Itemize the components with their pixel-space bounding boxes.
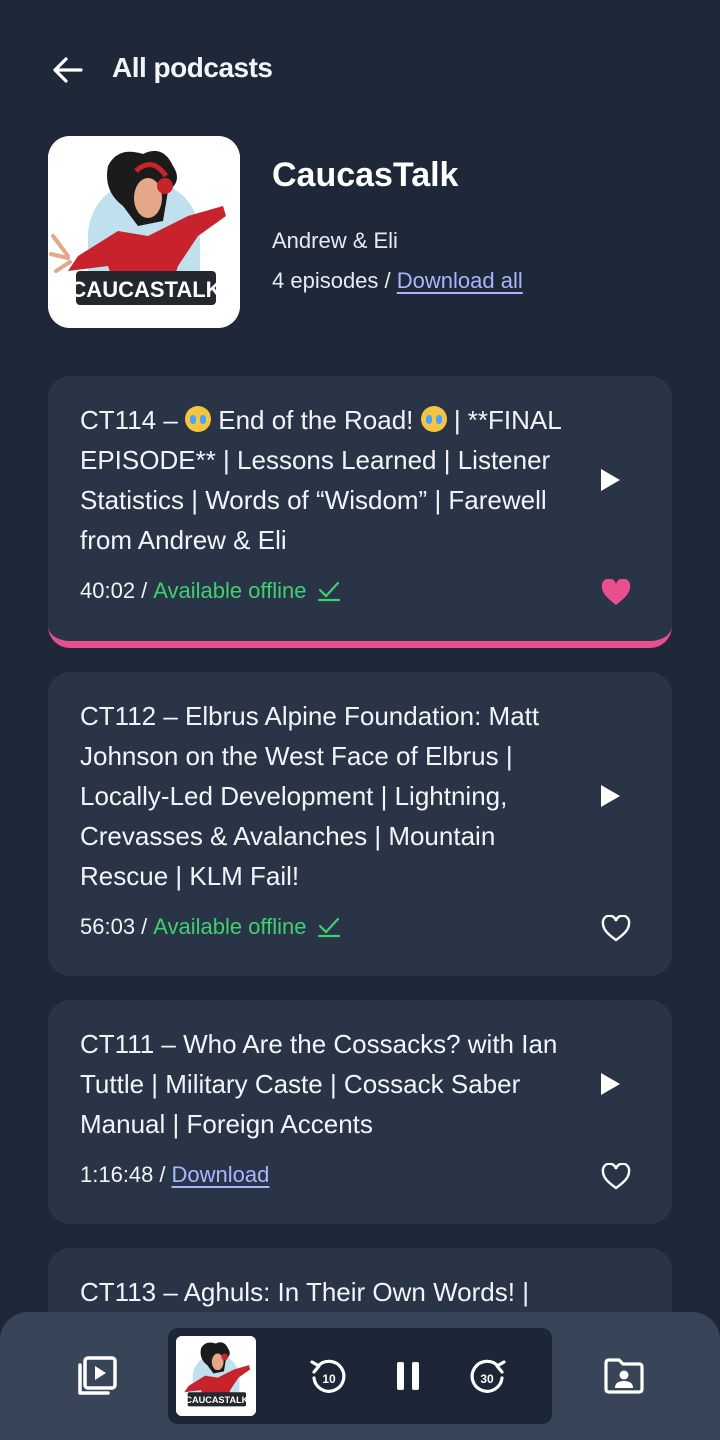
back-button[interactable] xyxy=(48,50,88,90)
queue-button[interactable] xyxy=(72,1352,120,1400)
arrow-left-icon xyxy=(53,57,83,83)
svg-text:30: 30 xyxy=(480,1372,494,1386)
offline-status: Available offline xyxy=(153,578,307,603)
heart-outline-icon xyxy=(601,914,631,941)
mini-player: CAUCASTALK 10 30 xyxy=(168,1328,552,1424)
podcast-meta: 4 episodes / Download all xyxy=(272,268,523,294)
episode-duration: 1:16:48 xyxy=(80,1162,154,1187)
download-all-link[interactable]: Download all xyxy=(397,268,523,293)
forward-button[interactable]: 30 xyxy=(464,1352,512,1400)
check-icon xyxy=(317,581,340,602)
episode-card[interactable]: CT111 – Who Are the Cossacks? with Ian T… xyxy=(48,1000,672,1224)
folder-user-icon xyxy=(604,1358,644,1394)
cover-logo-text: CAUCASTALK xyxy=(70,277,221,302)
play-button[interactable] xyxy=(588,458,632,502)
episode-title: CT114 – End of the Road! | **FINAL EPISO… xyxy=(80,400,590,560)
episode-card[interactable]: CT114 – End of the Road! | **FINAL EPISO… xyxy=(48,376,672,648)
podcast-cover-art: CAUCASTALK xyxy=(48,136,240,328)
top-bar: All podcasts xyxy=(0,0,720,140)
mini-player-cover[interactable]: CAUCASTALK xyxy=(176,1336,256,1416)
like-button[interactable] xyxy=(600,576,632,608)
episode-title-text: End of the Road! xyxy=(211,405,421,435)
page-title: All podcasts xyxy=(112,52,273,83)
play-button[interactable] xyxy=(588,1062,632,1106)
library-button[interactable] xyxy=(600,1352,648,1400)
episode-title: CT111 – Who Are the Cossacks? with Ian T… xyxy=(80,1029,558,1139)
crying-face-icon xyxy=(420,406,447,432)
episode-count: 4 episodes xyxy=(272,268,379,293)
download-link[interactable]: Download xyxy=(172,1162,270,1188)
episode-meta: 56:03 / Available offline xyxy=(80,914,341,940)
forward-30-icon: 30 xyxy=(470,1359,506,1393)
play-icon xyxy=(601,1073,620,1095)
meta-separator: / xyxy=(141,578,148,603)
queue-icon xyxy=(78,1356,117,1395)
like-button[interactable] xyxy=(600,912,632,944)
rewind-10-icon: 10 xyxy=(310,1359,346,1393)
pause-icon xyxy=(397,1362,419,1390)
rewind-button[interactable]: 10 xyxy=(304,1352,352,1400)
episode-title: CT112 – Elbrus Alpine Foundation: Matt J… xyxy=(80,701,540,891)
check-icon xyxy=(317,917,340,938)
play-icon xyxy=(601,469,620,491)
podcast-cover: CAUCASTALK xyxy=(48,136,240,328)
heart-outline-icon xyxy=(601,1162,631,1189)
podcast-title: CaucasTalk xyxy=(272,156,459,194)
episode-meta: 1:16:48 / Download xyxy=(80,1162,269,1188)
svg-text:CAUCASTALK: CAUCASTALK xyxy=(185,1395,248,1405)
pause-button[interactable] xyxy=(384,1352,432,1400)
podcast-cover-art: CAUCASTALK xyxy=(176,1336,256,1416)
meta-separator: / xyxy=(141,914,148,939)
meta-separator: / xyxy=(378,268,397,293)
episode-title: CT113 – Aghuls: In Their Own Words! | xyxy=(80,1277,529,1307)
episode-meta: 40:02 / Available offline xyxy=(80,578,341,604)
svg-text:10: 10 xyxy=(322,1372,336,1386)
podcast-info: CAUCASTALK CaucasTalk Andrew & Eli 4 epi… xyxy=(48,136,688,328)
like-button[interactable] xyxy=(600,1160,632,1192)
meta-separator: / xyxy=(159,1162,166,1187)
podcast-authors: Andrew & Eli xyxy=(272,228,398,253)
episode-duration: 40:02 xyxy=(80,578,136,603)
crying-face-icon xyxy=(185,406,212,432)
play-button[interactable] xyxy=(588,774,632,818)
episode-card[interactable]: CT112 – Elbrus Alpine Foundation: Matt J… xyxy=(48,672,672,976)
episode-duration: 56:03 xyxy=(80,914,136,939)
play-icon xyxy=(601,785,620,807)
player-bar: CAUCASTALK 10 30 xyxy=(0,1312,720,1440)
heart-filled-icon xyxy=(601,578,631,605)
offline-status: Available offline xyxy=(153,914,307,939)
episode-title-text: CT114 – xyxy=(80,405,186,435)
